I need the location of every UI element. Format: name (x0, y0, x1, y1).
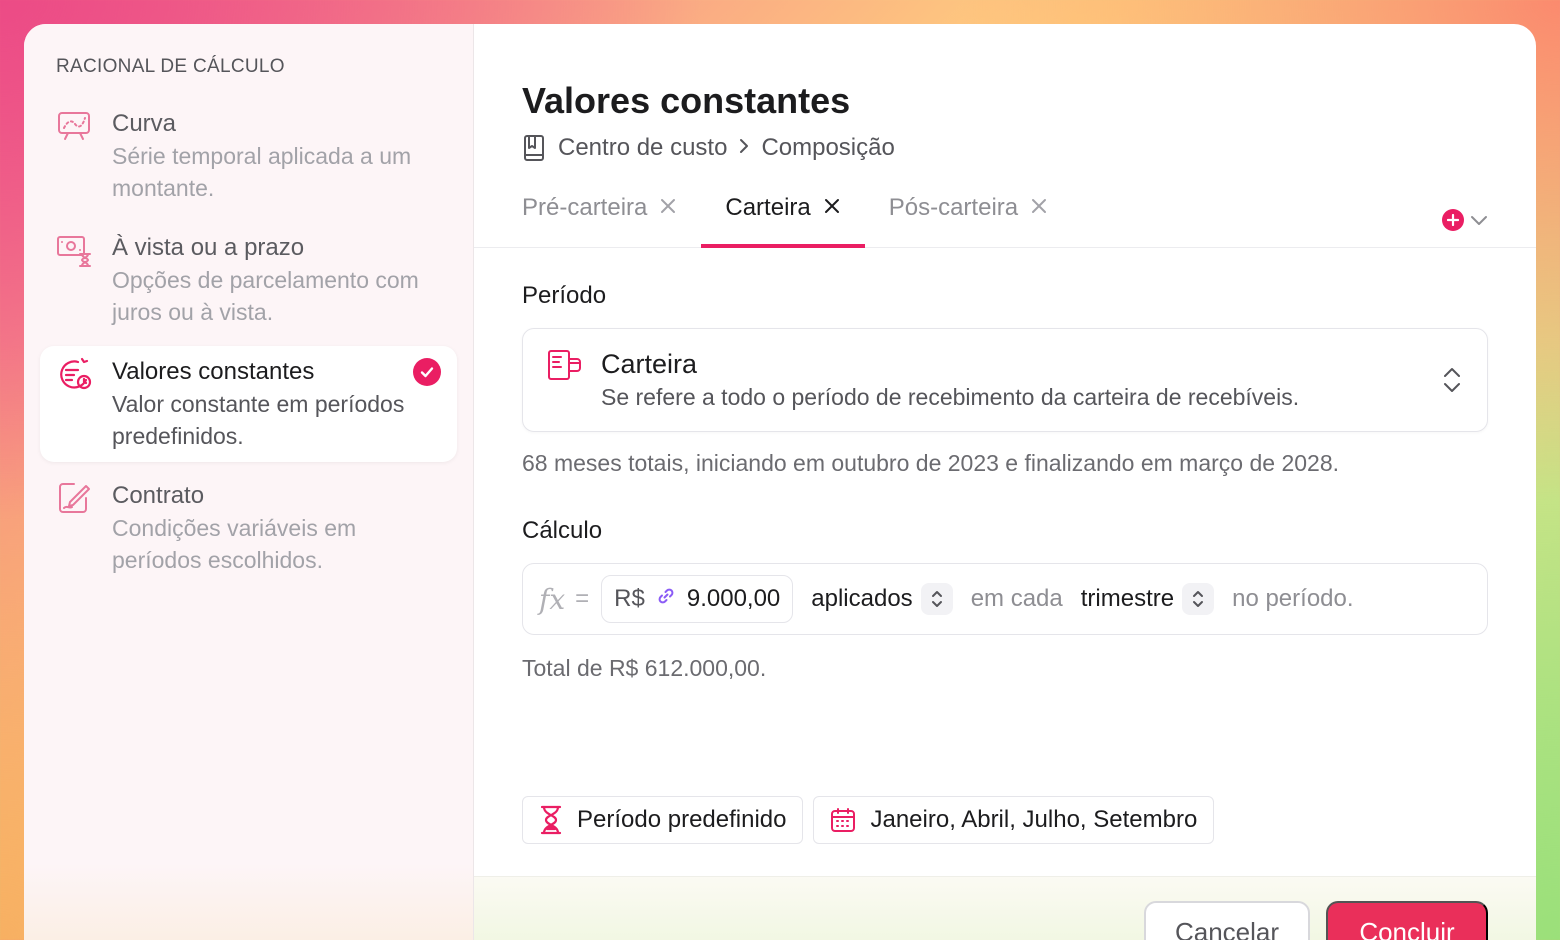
option-description: Valor constante em períodos predefinidos… (112, 391, 405, 449)
footer: Cancelar Concluir (474, 876, 1536, 940)
formula-bar: fx = R$ 9.000,00 aplicados em cada trime… (522, 563, 1488, 635)
option-description: Condições variáveis em períodos escolhid… (112, 515, 357, 573)
sidebar-heading: RACIONAL DE CÁLCULO (56, 56, 285, 77)
option-title: À vista ou a prazo (112, 234, 305, 261)
cancel-button[interactable]: Cancelar (1144, 901, 1310, 940)
periodo-label: Período (522, 282, 607, 309)
tab-pre-carteira[interactable]: Pré-carteira (522, 185, 677, 247)
close-icon[interactable] (823, 194, 841, 222)
contract-pen-icon (56, 480, 96, 520)
total-text: Total de R$ 612.000,00. (522, 655, 767, 681)
periodo-selected-title: Carteira (601, 349, 698, 379)
close-icon[interactable] (659, 194, 677, 222)
option-description: Série temporal aplicada a um montante. (112, 143, 412, 201)
add-tab-icon[interactable] (1442, 209, 1464, 231)
breadcrumb: Centro de custo Composição (522, 134, 1488, 162)
tab-label: Pós-carteira (888, 194, 1019, 221)
amount-input[interactable]: R$ 9.000,00 (601, 575, 794, 623)
confirm-button[interactable]: Concluir (1326, 901, 1488, 940)
frequency-stepper[interactable] (1182, 583, 1215, 615)
option-curva[interactable]: Curva Série temporal aplicada a um monta… (40, 98, 457, 214)
link-icon[interactable] (657, 587, 675, 611)
close-icon[interactable] (1030, 194, 1048, 222)
main-panel: Valores constantes Centro de custo Compo… (474, 24, 1536, 940)
modal-window: RACIONAL DE CÁLCULO Curva Série temporal… (24, 24, 1536, 940)
option-title: Contrato (112, 482, 205, 509)
chips-row: Período predefinido Janeiro, Abril, Julh… (522, 796, 1215, 844)
calendar-icon (831, 808, 856, 832)
periodo-selected-description: Se refere a todo o período de recebiment… (601, 384, 1300, 410)
content: Período Carteira Se refere a todo o perí… (474, 248, 1536, 682)
presentation-chart-icon (56, 108, 96, 148)
option-title: Valores constantes (112, 358, 315, 385)
suffix-text: no período. (1232, 585, 1354, 612)
connector-text: em cada (970, 585, 1063, 612)
hourglass-icon (540, 805, 562, 835)
option-title: Curva (112, 110, 177, 137)
mode-stepper[interactable] (920, 583, 953, 615)
chip-label: Janeiro, Abril, Julho, Setembro (870, 806, 1198, 833)
equals-sign: = (575, 585, 590, 612)
option-valores-constantes[interactable]: Valores constantes Valor constante em pe… (40, 346, 457, 462)
book-icon (522, 134, 546, 162)
breadcrumb-item[interactable]: Composição (761, 134, 894, 162)
check-circle-icon (413, 358, 441, 386)
wallet-document-icon (547, 349, 587, 386)
chip-periodo-predefinido[interactable]: Período predefinido (522, 796, 804, 844)
option-description: Opções de parcelamento com juros ou à vi… (112, 267, 419, 325)
sidebar: RACIONAL DE CÁLCULO Curva Série temporal… (24, 24, 474, 940)
chip-months[interactable]: Janeiro, Abril, Julho, Setembro (813, 796, 1215, 844)
amount-value: 9.000,00 (686, 585, 781, 612)
mode-value: aplicados (811, 585, 913, 612)
currency-label: R$ (614, 585, 645, 612)
money-hourglass-icon (56, 232, 96, 272)
page-title: Valores constantes (522, 80, 851, 121)
tab-actions (1442, 209, 1488, 231)
periodo-select[interactable]: Carteira Se refere a todo o período de r… (522, 328, 1488, 432)
chevron-up-down-icon (1441, 365, 1463, 400)
periodo-note: 68 meses totais, iniciando em outubro de… (522, 450, 1340, 476)
calculo-label: Cálculo (522, 517, 603, 544)
chevron-down-icon[interactable] (1470, 214, 1488, 226)
sidebar-fade (24, 864, 473, 940)
tab-label: Pré-carteira (522, 194, 648, 221)
frequency-value: trimestre (1080, 585, 1175, 612)
chip-label: Período predefinido (577, 806, 787, 833)
tab-carteira[interactable]: Carteira (701, 185, 866, 248)
tab-pos-carteira[interactable]: Pós-carteira (889, 185, 1048, 247)
option-a-vista-ou-a-prazo[interactable]: À vista ou a prazo Opções de parcelament… (40, 222, 457, 338)
breadcrumb-item[interactable]: Centro de custo (558, 134, 727, 162)
tab-label: Carteira (725, 194, 811, 221)
fx-icon: fx (539, 582, 566, 616)
chevron-right-icon (737, 134, 751, 162)
option-contrato[interactable]: Contrato Condições variáveis em períodos… (40, 470, 457, 586)
list-timer-icon (56, 356, 96, 396)
tab-bar: Pré-carteira Carteira Pós-carteira (474, 186, 1536, 248)
